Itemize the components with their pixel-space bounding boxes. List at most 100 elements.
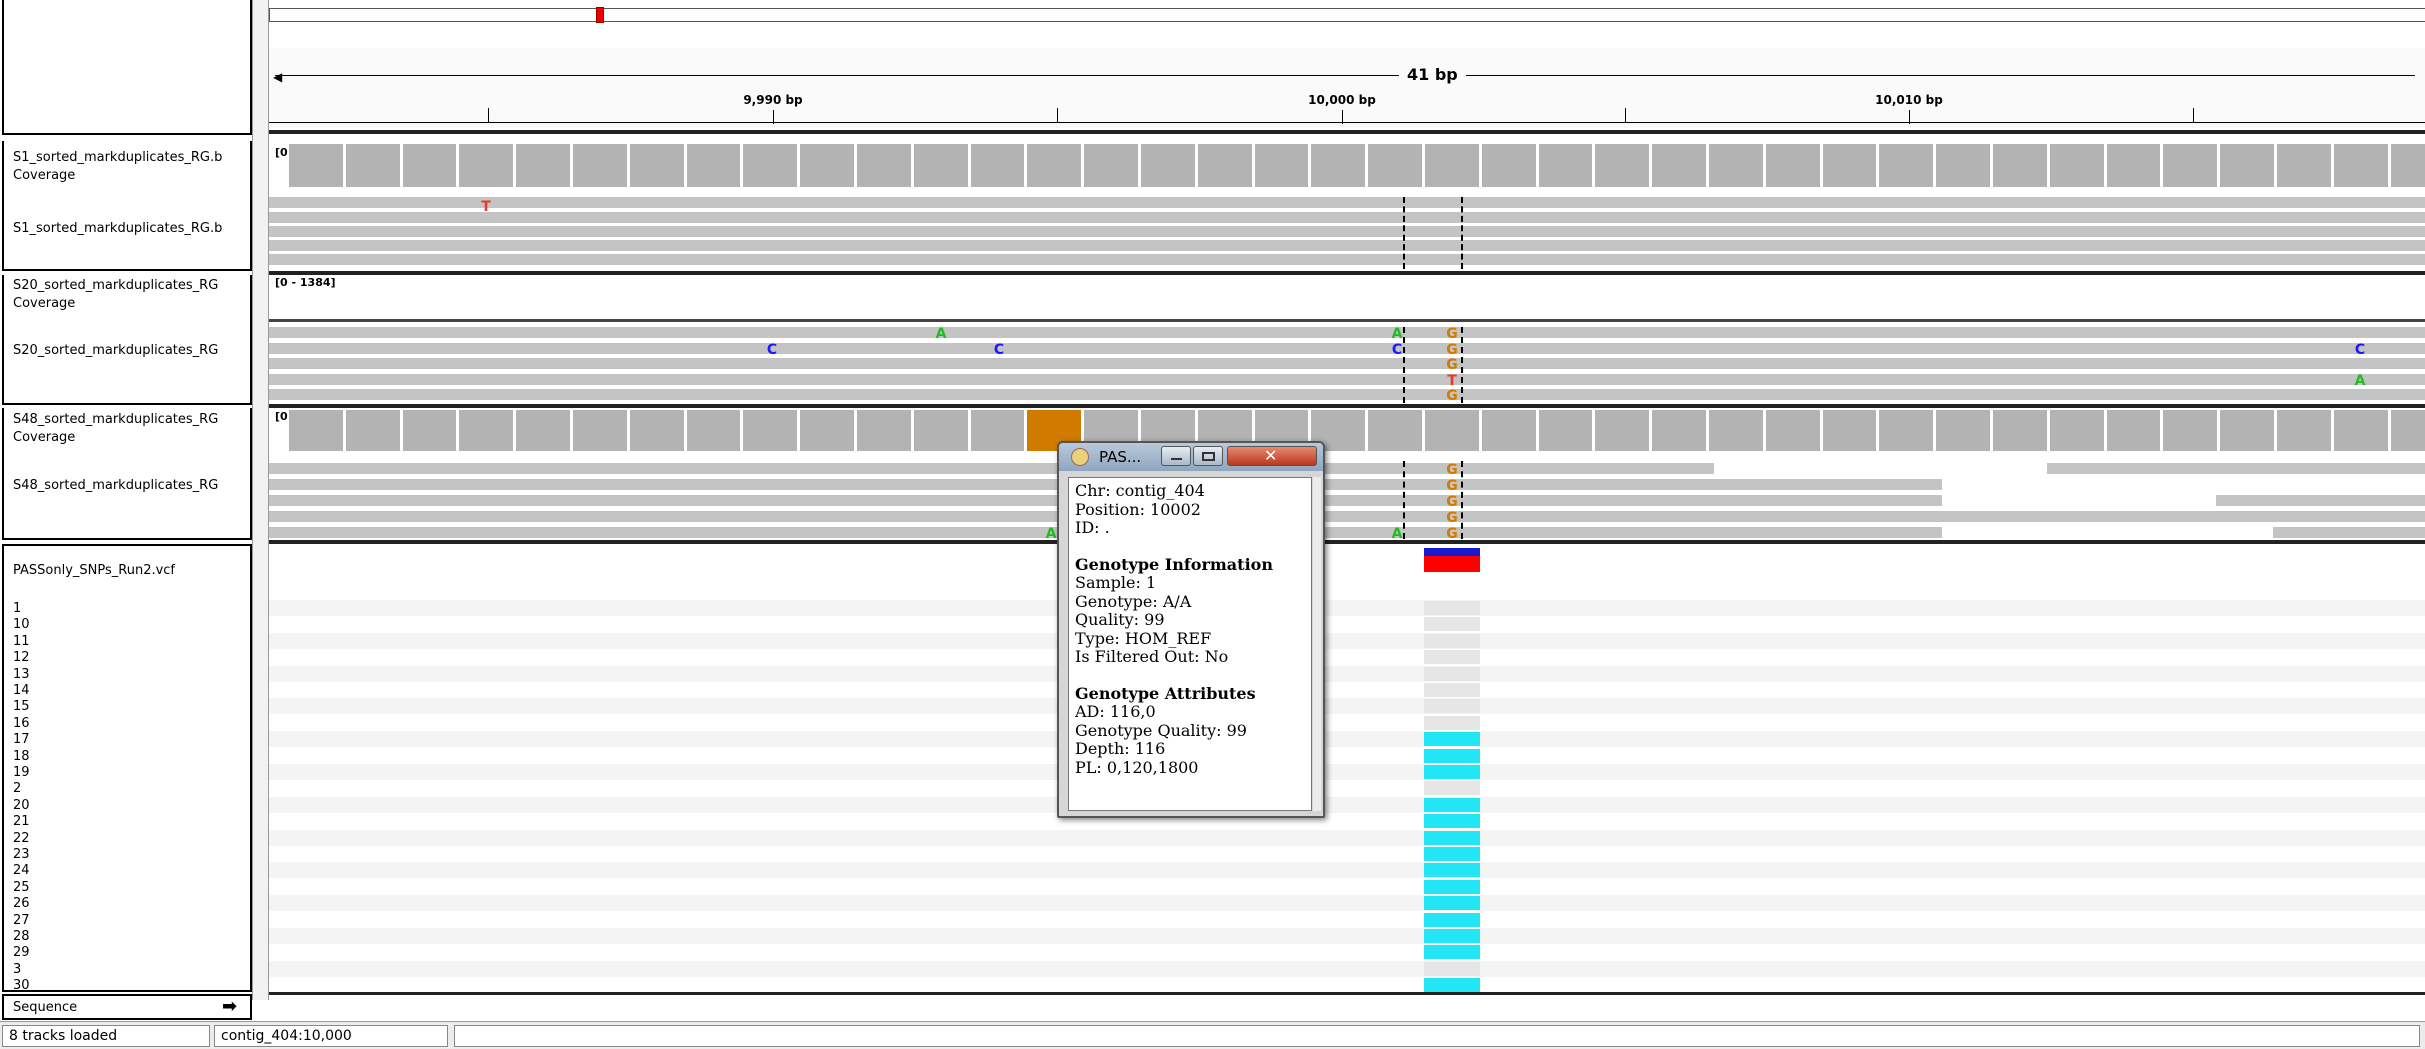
vcf-sample-name[interactable]: 14 [13,683,253,698]
coverage-bar[interactable] [2219,409,2275,452]
variant-popup-window[interactable]: PAS... ✕ Chr: contig_404 Position: 10002… [1057,441,1325,818]
coverage-bar[interactable] [1480,409,1537,452]
coverage-bar[interactable] [2219,143,2275,188]
popup-titlebar[interactable]: PAS... ✕ [1059,443,1323,471]
coverage-bar[interactable] [742,143,799,188]
coverage-bar[interactable] [2048,143,2105,188]
chromosome-ideogram[interactable] [269,8,2425,22]
s48-coverage-name-line2[interactable]: Coverage [13,430,253,445]
coverage-bar[interactable] [1140,143,1196,188]
genotype-cell[interactable] [1424,601,1480,615]
coverage-bar[interactable] [2332,143,2389,188]
sample-row[interactable] [269,796,2425,813]
read-alignment[interactable] [269,511,2425,522]
coverage-bar[interactable] [1821,409,1878,452]
genotype-cell[interactable] [1424,633,1480,648]
sample-row[interactable] [269,829,2425,846]
coverage-bar[interactable] [969,409,1026,452]
vcf-sample-name[interactable]: 15 [13,699,253,714]
vcf-sample-name[interactable]: 20 [13,798,253,813]
genotype-cell[interactable] [1424,978,1480,993]
sample-row[interactable] [269,731,2425,748]
s20-coverage-name-line1[interactable]: S20_sorted_markduplicates_RG [13,278,253,293]
genotype-cell[interactable] [1424,732,1480,747]
sample-row[interactable] [269,862,2425,879]
sample-row[interactable] [269,764,2425,780]
genotype-cell[interactable] [1424,617,1480,632]
coverage-bar[interactable] [1424,143,1480,188]
coverage-bar[interactable] [572,409,628,452]
genotype-cell[interactable] [1424,715,1480,730]
coverage-bar[interactable] [2389,143,2425,188]
coverage-bar[interactable] [1196,143,1253,188]
vcf-sample-name[interactable]: 28 [13,929,253,944]
s48-reads-name[interactable]: S48_sorted_markduplicates_RG [13,478,253,493]
read-alignment[interactable] [2216,495,2425,506]
coverage-bar[interactable] [799,409,855,452]
coverage-bar[interactable] [1708,409,1764,452]
vcf-sample-name[interactable]: 3 [13,962,253,977]
coverage-bar[interactable] [1253,143,1310,188]
genotype-cell[interactable] [1424,748,1480,763]
maximize-button[interactable] [1193,446,1223,466]
sample-row[interactable] [269,665,2425,682]
read-alignment[interactable] [269,197,2425,208]
coverage-bar[interactable] [1764,143,1821,188]
coverage-bar[interactable] [288,409,344,452]
panel-divider[interactable] [252,0,269,1000]
coverage-bar[interactable] [2162,143,2219,188]
coverage-bar[interactable] [2048,409,2105,452]
genotype-cell[interactable] [1424,666,1480,681]
sample-row[interactable] [269,960,2425,977]
coverage-bar[interactable] [1480,143,1537,188]
vcf-sample-name[interactable]: 29 [13,945,253,960]
vcf-sample-name[interactable]: 1 [13,601,253,616]
coverage-bar[interactable] [969,143,1026,188]
minimize-button[interactable] [1161,446,1191,466]
coverage-bar[interactable] [344,409,401,452]
coverage-bar[interactable] [628,409,685,452]
vcf-sample-name[interactable]: 13 [13,667,253,682]
sample-row[interactable] [269,698,2425,715]
coverage-bar[interactable] [344,143,401,188]
coverage-bar[interactable] [1708,143,1764,188]
vcf-sample-name[interactable]: 30 [13,978,253,993]
genotype-cell[interactable] [1424,830,1480,845]
vcf-sample-name[interactable]: 22 [13,831,253,846]
vcf-sample-name[interactable]: 26 [13,896,253,911]
genotype-cell[interactable] [1424,961,1480,976]
coverage-bar[interactable] [2332,409,2389,452]
s1-coverage-name-line1[interactable]: S1_sorted_markduplicates_RG.b [13,150,253,165]
vcf-sample-name[interactable]: 16 [13,716,253,731]
vcf-sample-name[interactable]: 11 [13,634,253,649]
genotype-cell[interactable] [1424,929,1480,943]
vcf-sample-name[interactable]: 24 [13,863,253,878]
vcf-sample-name[interactable]: 27 [13,913,253,928]
vcf-sample-name[interactable]: 10 [13,617,253,632]
coverage-bar[interactable] [515,143,571,188]
variant-site-bar[interactable] [1424,548,1480,556]
close-button[interactable]: ✕ [1227,446,1317,466]
coverage-bar[interactable] [1651,143,1707,188]
coverage-bar[interactable] [1424,409,1480,452]
genotype-cell[interactable] [1424,814,1480,829]
read-alignment[interactable] [269,343,2425,354]
sample-row[interactable] [269,928,2425,944]
coverage-bar[interactable] [912,409,969,452]
coverage-bar[interactable] [1821,143,1878,188]
genotype-cell[interactable] [1424,797,1480,812]
coverage-bar[interactable] [572,143,628,188]
coverage-bar[interactable] [1935,143,1991,188]
coverage-bar[interactable] [1878,143,1935,188]
genotype-cell[interactable] [1424,847,1480,861]
coverage-bar[interactable] [1651,409,1707,452]
coverage-bar[interactable] [1537,409,1594,452]
vcf-sample-name[interactable]: 12 [13,650,253,665]
coverage-bar[interactable] [2276,143,2332,188]
sample-row[interactable] [269,632,2425,649]
genotype-cell[interactable] [1424,781,1480,796]
coverage-bar[interactable] [1026,143,1083,188]
read-alignment[interactable] [2047,463,2425,474]
coverage-bar[interactable] [2105,409,2162,452]
coverage-bar[interactable] [1594,143,1651,188]
